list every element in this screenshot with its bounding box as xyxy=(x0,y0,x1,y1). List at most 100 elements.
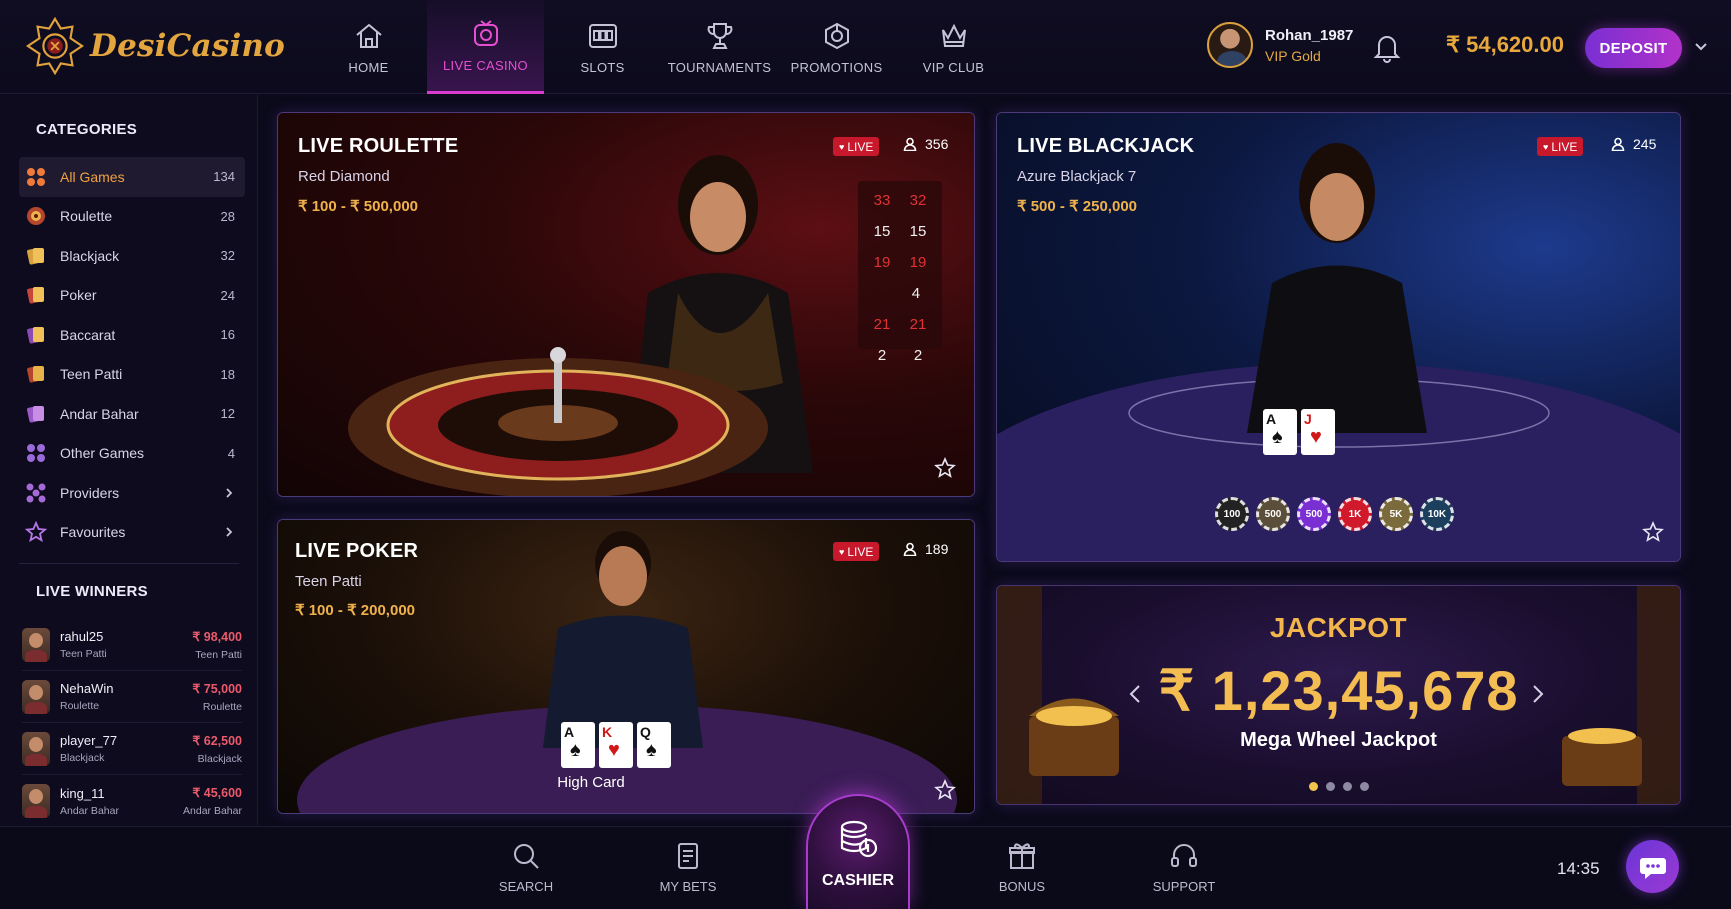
category-roulette[interactable]: Roulette 28 xyxy=(19,197,245,237)
viewer-count-value: 189 xyxy=(925,541,949,557)
live-winners-list: rahul25 Teen Patti ₹ 98,400 Teen Patti Neh… xyxy=(22,619,242,827)
nav-vip-club[interactable]: VIP CLUB xyxy=(895,0,1012,94)
game-card-live-blackjack[interactable]: A ♠ J ♥ 100 500 500 1K 5K 10K LIVE BLACKJA… xyxy=(996,112,1681,562)
winner-row[interactable]: player_77 Blackjack ₹ 62,500 Blackjack xyxy=(22,723,242,775)
category-name: All Games xyxy=(60,168,125,185)
category-blackjack[interactable]: Blackjack 32 xyxy=(19,236,245,276)
category-other-games[interactable]: Other Games 4 xyxy=(19,434,245,474)
favorite-star-icon[interactable] xyxy=(934,779,956,801)
game-card-live-poker[interactable]: A ♠ K ♥ Q ♠ High Card LIVE POKER Teen Patti… xyxy=(277,519,975,814)
nav-slots[interactable]: SLOTS xyxy=(544,0,661,94)
chip-1k[interactable]: 1K xyxy=(1338,497,1372,531)
bottom-nav-bonus[interactable]: BONUS xyxy=(962,841,1082,894)
other-games-icon xyxy=(27,444,45,463)
chip-500[interactable]: 500 xyxy=(1256,497,1290,531)
winner-name: king_11 xyxy=(60,785,105,801)
chip-500-purple[interactable]: 500 xyxy=(1297,497,1331,531)
chevron-right-icon xyxy=(226,488,233,498)
deposit-button[interactable]: DEPOSIT xyxy=(1585,28,1682,68)
chip-5k[interactable]: 5K xyxy=(1379,497,1413,531)
providers-icon xyxy=(26,483,46,503)
winner-game-right: Andar Bahar xyxy=(183,805,242,817)
sidebar: CATEGORIES All Games 134 Roulette 28 Bla… xyxy=(0,95,258,825)
category-count: 16 xyxy=(220,327,235,343)
history-row: 21 21 xyxy=(864,309,936,340)
category-teen-patti[interactable]: Teen Patti 18 xyxy=(19,355,245,395)
winner-amount: ₹ 98,400 xyxy=(192,629,242,644)
winner-game-right: Teen Patti xyxy=(195,648,242,661)
favorite-star-icon[interactable] xyxy=(934,457,956,479)
playing-card: A ♠ xyxy=(561,722,595,768)
chevron-down-icon[interactable] xyxy=(1693,38,1709,54)
chevron-right-icon[interactable] xyxy=(1530,682,1546,706)
category-name: Blackjack xyxy=(60,247,120,264)
category-list: All Games 134 Roulette 28 Blackjack 32 P… xyxy=(19,157,245,552)
category-baccarat[interactable]: Baccarat 16 xyxy=(19,315,245,355)
baccarat-icon xyxy=(27,326,44,344)
winner-name: player_77 xyxy=(60,733,118,748)
brand-logo[interactable]: DesiCasino xyxy=(24,14,285,78)
carousel-dot[interactable] xyxy=(1342,782,1352,791)
category-count: 4 xyxy=(227,445,235,461)
roulette-icon xyxy=(27,207,45,226)
clock: 14:35 xyxy=(1557,859,1600,878)
jackpot-amount: ₹ 1,23,45,678 xyxy=(1158,659,1519,722)
gift-icon xyxy=(1009,843,1035,869)
nav-promotions[interactable]: PROMOTIONS xyxy=(778,0,895,94)
live-badge-label: LIVE xyxy=(1551,139,1578,154)
history-row: 19 19 xyxy=(864,247,936,278)
live-badge-label: LIVE xyxy=(847,544,874,559)
teen-patti-icon xyxy=(27,366,44,383)
winner-avatar xyxy=(22,679,50,714)
category-poker[interactable]: Poker 24 xyxy=(19,276,245,316)
winner-game-right: Blackjack xyxy=(197,752,242,765)
carousel-dot[interactable] xyxy=(1308,782,1318,791)
nav-live-casino[interactable]: LIVE CASINO xyxy=(427,0,544,94)
main-nav: HOME LIVE CASINO SLOTS TOURNAMENTS PROMO… xyxy=(310,0,1012,94)
winner-row[interactable]: rahul25 Teen Patti ₹ 98,400 Teen Patti xyxy=(22,619,242,671)
chip-10k[interactable]: 10K xyxy=(1420,497,1454,531)
bottom-nav-support[interactable]: SUPPORT xyxy=(1124,841,1244,894)
history-value: 21 xyxy=(873,316,891,333)
viewer-count: 356 xyxy=(903,136,948,152)
category-name: Providers xyxy=(60,484,120,501)
chip-100[interactable]: 100 xyxy=(1215,497,1249,531)
category-all-games[interactable]: All Games 134 xyxy=(19,157,245,197)
favorite-star-icon[interactable] xyxy=(1642,521,1664,543)
category-count: 12 xyxy=(220,406,235,422)
nav-home[interactable]: HOME xyxy=(310,0,427,94)
cashier-button[interactable]: CASHIER xyxy=(806,794,910,909)
history-value: 33 xyxy=(873,192,891,209)
game-table-name: Teen Patti xyxy=(295,573,362,590)
nav-tournaments[interactable]: TOURNAMENTS xyxy=(661,0,778,94)
live-badge: ♥ LIVE xyxy=(833,137,880,156)
user-profile[interactable]: Rohan_1987 VIP Gold xyxy=(1207,22,1353,68)
carousel-dot[interactable] xyxy=(1359,782,1369,791)
history-value: 15 xyxy=(909,223,927,240)
avatar[interactable] xyxy=(1207,22,1253,68)
category-providers[interactable]: Providers xyxy=(19,473,245,513)
category-count: 18 xyxy=(220,366,235,382)
bell-icon[interactable] xyxy=(1372,31,1402,63)
winner-row[interactable]: NehaWin Roulette ₹ 75,000 Roulette xyxy=(22,671,242,723)
category-name: Teen Patti xyxy=(60,366,123,383)
slot-machine-icon xyxy=(588,23,617,48)
bottom-nav-my-bets[interactable]: MY BETS xyxy=(628,841,748,894)
game-bet-range: ₹ 500 - ₹ 250,000 xyxy=(1017,198,1137,215)
ticket-icon xyxy=(678,843,698,869)
chat-button[interactable] xyxy=(1626,840,1679,893)
winner-row[interactable]: king_11 Andar Bahar ₹ 45,600 Andar Bahar xyxy=(22,775,242,827)
jackpot-banner[interactable]: JACKPOT ₹ 1,23,45,678 Mega Wheel Jackpot xyxy=(996,585,1681,805)
carousel-dot[interactable] xyxy=(1325,782,1335,791)
cashier-coins-icon xyxy=(840,820,878,858)
winner-game: Teen Patti xyxy=(60,648,107,660)
crown-icon xyxy=(941,23,966,47)
winner-game: Andar Bahar xyxy=(60,804,119,817)
chevron-left-icon[interactable] xyxy=(1127,682,1143,706)
category-favourites[interactable]: Favourites xyxy=(19,513,245,553)
category-count: 28 xyxy=(220,208,235,224)
game-card-live-roulette[interactable]: LIVE ROULETTE Red Diamond ₹ 100 - ₹ 500,… xyxy=(277,112,975,497)
category-andar-bahar[interactable]: Andar Bahar 12 xyxy=(19,394,245,434)
history-row: 33 32 xyxy=(864,185,936,216)
bottom-nav-search[interactable]: SEARCH xyxy=(466,841,586,894)
